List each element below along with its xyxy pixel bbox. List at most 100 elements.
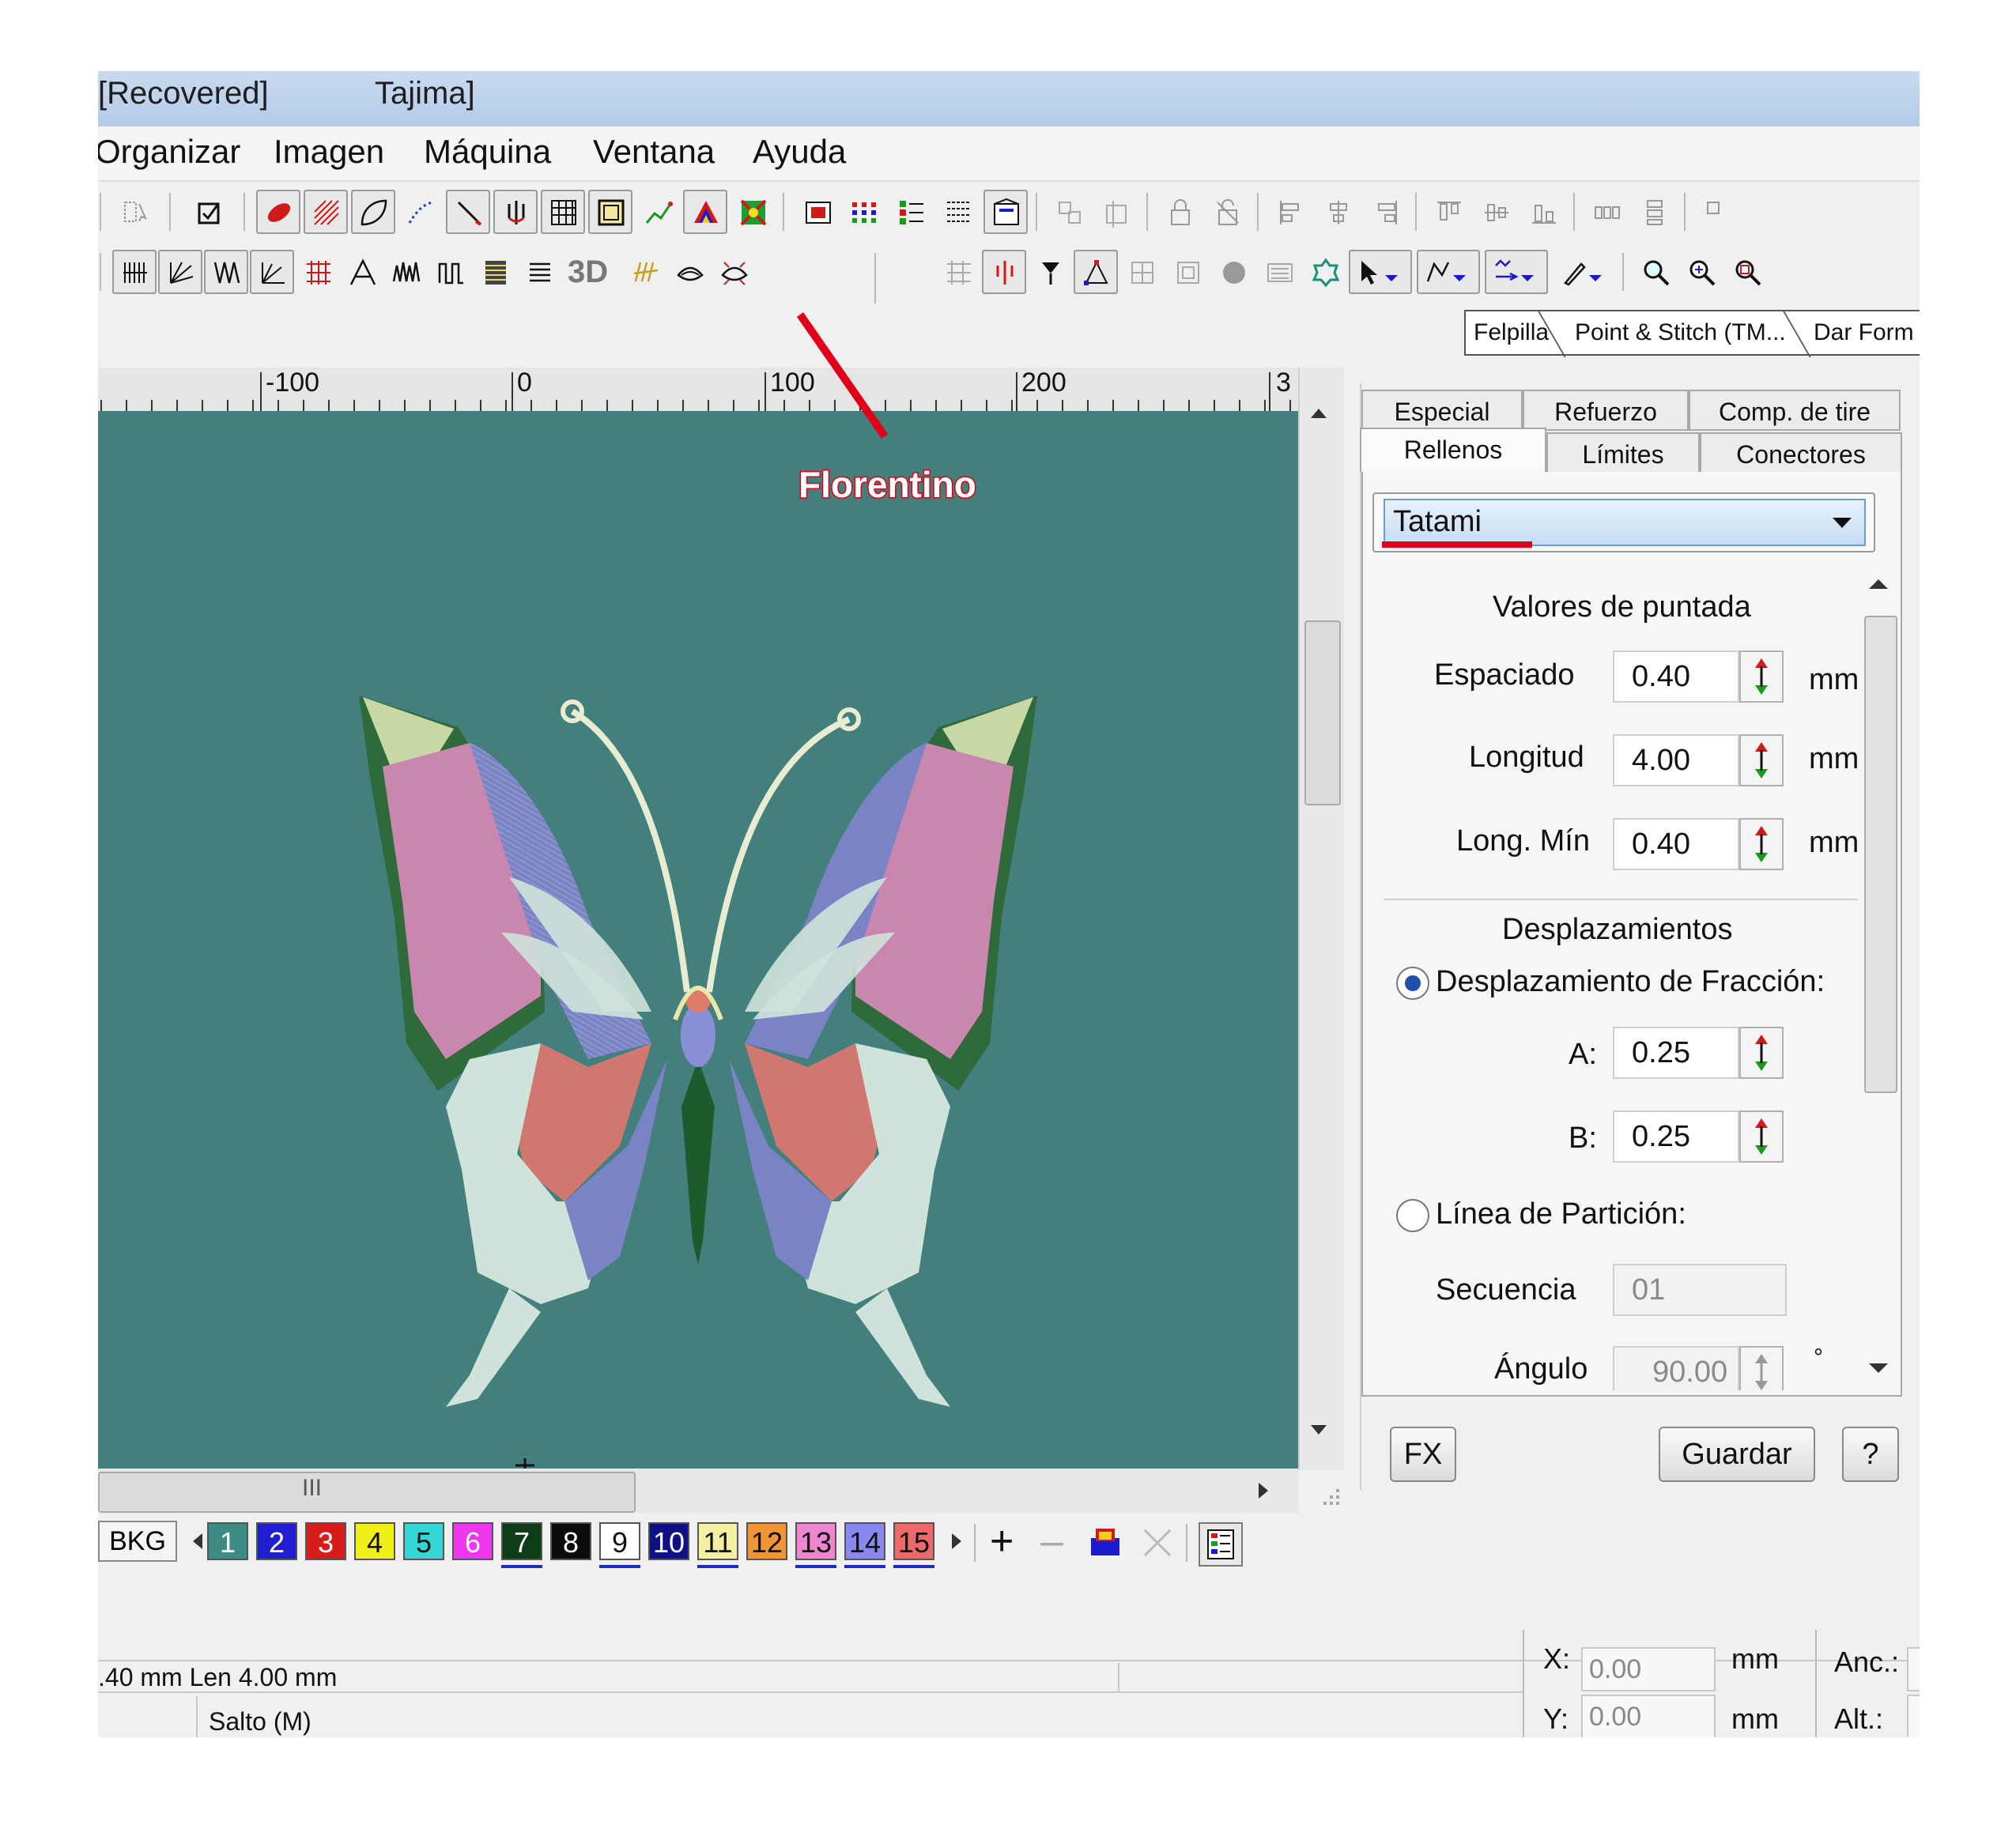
line-tool-icon[interactable] [446, 190, 490, 234]
align-center-icon[interactable] [1316, 190, 1360, 234]
menu-maquina[interactable]: Máquina [424, 133, 551, 171]
longitud-input[interactable]: 4.00 [1613, 734, 1739, 786]
fill-pattern-1-icon[interactable] [112, 250, 157, 294]
tab-point-stitch[interactable]: Point & Stitch (TM... [1575, 319, 1786, 346]
3d-button[interactable]: 3D [568, 255, 608, 290]
align-icon[interactable] [1047, 190, 1091, 234]
photo-stitch-icon[interactable] [731, 190, 775, 234]
align-top-icon[interactable] [1426, 190, 1470, 234]
design-canvas[interactable] [98, 411, 1298, 1469]
menu-ventana[interactable]: Ventana [593, 133, 715, 171]
tab-dar-forma[interactable]: Dar Form [1814, 319, 1914, 346]
align-left-icon[interactable] [1268, 190, 1312, 234]
color-swatch-5[interactable]: 5 [403, 1522, 444, 1560]
zoom-fit-icon[interactable] [1725, 250, 1769, 294]
select-tool-icon[interactable] [114, 190, 158, 234]
palette-right-icon[interactable] [952, 1533, 961, 1549]
outline-icon[interactable] [1165, 250, 1210, 294]
color-swatch-8[interactable]: 8 [550, 1522, 591, 1560]
lines-icon[interactable] [517, 250, 561, 294]
butterfly-design[interactable] [98, 411, 1298, 1469]
help-button[interactable]: ? [1842, 1427, 1899, 1482]
zigzag-icon[interactable] [384, 250, 428, 294]
circle-icon[interactable] [1211, 250, 1255, 294]
b-spinner[interactable] [1739, 1110, 1784, 1163]
color-blend-icon[interactable] [683, 190, 727, 234]
lock-icon[interactable] [1157, 190, 1202, 234]
fill-type-dropdown[interactable]: Tatami [1384, 499, 1866, 546]
keyboard-icon[interactable] [1257, 250, 1301, 294]
menu-imagen[interactable]: Imagen [274, 133, 384, 171]
group-icon[interactable] [1094, 190, 1138, 234]
radio-linea-particion[interactable] [1396, 1199, 1429, 1232]
align-right-icon[interactable] [1363, 190, 1407, 234]
espaciado-input[interactable]: 0.40 [1613, 650, 1739, 703]
scroll-right-icon[interactable] [1259, 1483, 1268, 1499]
pen-dropdown-icon[interactable] [1553, 250, 1616, 294]
tatami-fill-icon[interactable] [304, 190, 348, 234]
color-swatch-2[interactable]: 2 [256, 1522, 297, 1560]
canvas-horizontal-scrollbar[interactable]: III [98, 1469, 1298, 1513]
align-middle-icon[interactable] [1474, 190, 1518, 234]
stitch-edit-icon[interactable] [936, 250, 980, 294]
texture-fill-icon[interactable] [473, 250, 517, 294]
angulo-input[interactable]: 90.00 [1613, 1346, 1739, 1390]
scroll-down-icon[interactable] [1869, 1363, 1888, 1373]
checkbox-icon[interactable] [187, 190, 231, 234]
color-swatch-10[interactable]: 10 [648, 1522, 689, 1560]
scroll-thumb[interactable] [1304, 620, 1341, 805]
running-stitch-icon[interactable] [398, 190, 443, 234]
contour-icon[interactable] [712, 250, 756, 294]
x-input[interactable]: 0.00 [1581, 1647, 1716, 1691]
palette-left-icon[interactable] [193, 1533, 202, 1549]
badge-icon[interactable] [1303, 250, 1347, 294]
long-min-spinner[interactable] [1739, 818, 1784, 870]
color-swatch-4[interactable]: 4 [354, 1522, 395, 1560]
tab-comp-de-tire[interactable]: Comp. de tire [1689, 390, 1901, 431]
wave-pattern-icon[interactable] [428, 250, 473, 294]
hscroll-thumb[interactable]: III [98, 1472, 636, 1513]
long-min-input[interactable]: 0.40 [1613, 818, 1739, 870]
color-swatch-14[interactable]: 14 [844, 1522, 885, 1560]
canvas-vertical-scrollbar[interactable] [1298, 368, 1344, 1470]
scroll-up-icon[interactable] [1869, 579, 1888, 589]
tab-limites[interactable]: Límites [1546, 432, 1700, 473]
align-bottom-icon[interactable] [1521, 190, 1565, 234]
color-grid-icon[interactable] [841, 190, 885, 234]
fill-pattern-2-icon[interactable] [158, 250, 202, 294]
tab-felpilla[interactable]: Felpilla [1474, 319, 1549, 346]
stitch-list-icon[interactable] [936, 190, 980, 234]
frame-icon[interactable] [588, 190, 632, 234]
cross-stitch-icon[interactable] [296, 250, 340, 294]
secuencia-input[interactable]: 01 [1613, 1264, 1787, 1316]
longitud-spinner[interactable] [1739, 734, 1784, 786]
thread-cut-icon[interactable] [1138, 1524, 1178, 1563]
settings-scroll-thumb[interactable] [1864, 616, 1897, 1093]
color-swatch-7[interactable]: 7 [501, 1522, 542, 1560]
column-tool-icon[interactable] [493, 190, 538, 234]
menu-organizar[interactable]: Organizar [98, 133, 240, 171]
alt-input[interactable] [1907, 1695, 1920, 1737]
node-edit-icon[interactable] [1074, 250, 1118, 294]
tab-especial[interactable]: Especial [1361, 390, 1523, 431]
a-input[interactable]: 0.25 [1613, 1027, 1739, 1079]
stitch-direction-dropdown-icon[interactable] [1485, 250, 1548, 294]
y-input[interactable]: 0.00 [1581, 1695, 1716, 1737]
needle-icon[interactable] [982, 250, 1026, 294]
scroll-down-icon[interactable] [1311, 1425, 1327, 1435]
add-color-icon[interactable]: + [990, 1518, 1014, 1565]
color-swatch-6[interactable]: 6 [452, 1522, 493, 1560]
thread-chart-icon[interactable] [1086, 1524, 1126, 1563]
motif-a-icon[interactable] [340, 250, 384, 294]
image-icon[interactable] [795, 190, 840, 234]
leaf-shape-icon[interactable] [351, 190, 395, 234]
color-swatch-9[interactable]: 9 [599, 1522, 640, 1560]
unlock-icon[interactable] [1205, 190, 1249, 234]
sequence-icon[interactable] [889, 190, 933, 234]
pin-icon[interactable] [1028, 250, 1072, 294]
satin-fill-icon[interactable] [256, 190, 300, 234]
resize-grip-icon[interactable] [1308, 1473, 1347, 1513]
tab-refuerzo[interactable]: Refuerzo [1523, 390, 1689, 431]
color-swatch-12[interactable]: 12 [746, 1522, 787, 1560]
fill-pattern-4-icon[interactable] [250, 250, 294, 294]
